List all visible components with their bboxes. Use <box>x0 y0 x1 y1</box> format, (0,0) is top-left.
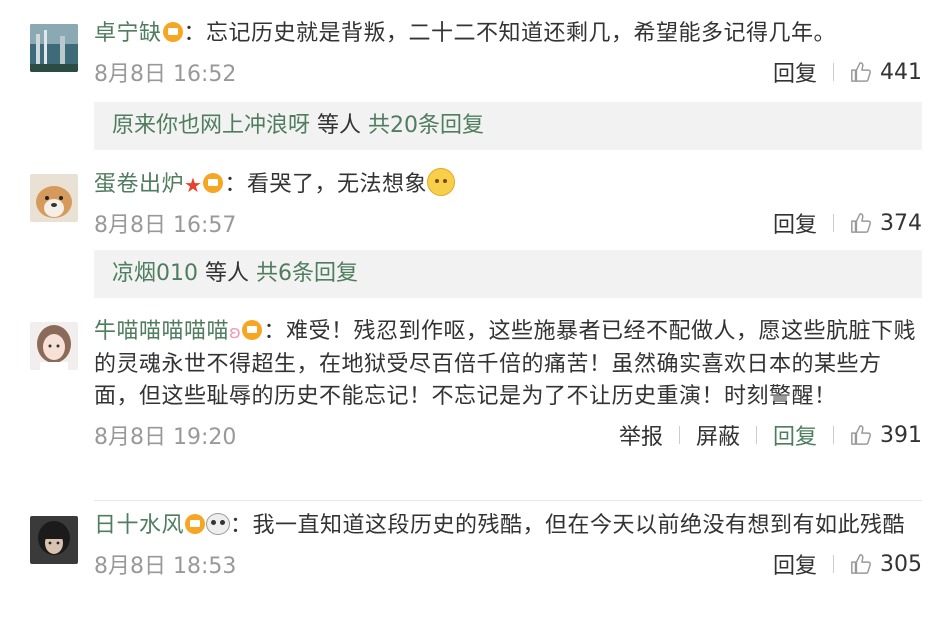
reply-button[interactable]: 回复 <box>773 207 817 239</box>
divider <box>833 63 834 81</box>
panda-icon <box>206 513 231 535</box>
comment-text: 看哭了，无法想象 <box>246 172 427 197</box>
username[interactable]: 卓宁缺 <box>94 21 162 46</box>
comment-meta: 8月8日 18:53 回复 305 <box>94 546 922 580</box>
like-count: 374 <box>880 210 922 236</box>
divider <box>94 500 922 501</box>
like-button[interactable]: 305 <box>850 552 922 577</box>
divider <box>678 426 680 444</box>
vip-crown-icon <box>162 22 183 42</box>
reply-thread-user: 凉烟010 <box>112 261 198 286</box>
like-button[interactable]: 441 <box>850 60 922 85</box>
star-icon: ★ <box>184 173 203 197</box>
reply-button[interactable]: 回复 <box>773 419 817 451</box>
avatar[interactable] <box>30 322 78 370</box>
username[interactable]: 日十水风 <box>94 513 184 538</box>
divider <box>833 426 834 444</box>
reply-thread-link[interactable]: 凉烟010 等人 共6条回复 <box>94 250 922 298</box>
reply-thread-middle: 等人 <box>317 113 362 138</box>
like-count: 305 <box>880 551 922 577</box>
like-button[interactable]: 391 <box>850 423 922 448</box>
comment-meta: 8月8日 19:20 举报 屏蔽 回复 391 <box>94 417 922 451</box>
avatar[interactable] <box>30 174 78 222</box>
comment-time: 8月8日 16:52 <box>94 62 237 87</box>
username[interactable]: 牛喵喵喵喵喵 <box>94 319 229 344</box>
reply-thread-count: 共6条回复 <box>256 261 359 286</box>
reply-thread-middle: 等人 <box>205 261 250 286</box>
vip-crown-icon <box>242 320 263 340</box>
block-button[interactable]: 屏蔽 <box>696 419 740 451</box>
comment-time: 8月8日 19:20 <box>94 425 237 450</box>
sad-face-emoji-icon <box>426 168 455 196</box>
comment-meta: 8月8日 16:57 回复 374 <box>94 205 922 239</box>
thumbs-up-icon <box>851 62 872 82</box>
rabbit-ears-icon: ʚ <box>229 322 242 343</box>
like-count: 441 <box>880 59 922 85</box>
comment-time: 8月8日 18:53 <box>94 554 237 579</box>
reply-thread-link[interactable]: 原来你也网上冲浪呀 等人 共20条回复 <box>94 102 922 150</box>
comment-time: 8月8日 16:57 <box>94 213 237 238</box>
divider <box>755 426 757 444</box>
avatar[interactable] <box>30 516 78 564</box>
thumbs-up-icon <box>851 554 872 574</box>
vip-crown-icon <box>203 173 224 193</box>
thumbs-up-icon <box>851 213 872 233</box>
reply-thread-count: 共20条回复 <box>368 113 485 138</box>
username[interactable]: 蛋卷出炉 <box>94 172 184 197</box>
like-count: 391 <box>880 422 922 448</box>
divider <box>833 555 834 573</box>
comment-meta: 8月8日 16:52 回复 441 <box>94 54 922 88</box>
reply-thread-user: 原来你也网上冲浪呀 <box>112 113 311 138</box>
thumbs-up-icon <box>851 425 872 445</box>
avatar[interactable] <box>30 24 78 72</box>
comment-text: 我一直知道这段历史的残酷，但在今天以前绝没有想到有如此残酷 <box>252 513 906 538</box>
reply-button[interactable]: 回复 <box>773 548 817 580</box>
report-button[interactable]: 举报 <box>619 419 663 451</box>
divider <box>833 214 834 232</box>
like-button[interactable]: 374 <box>850 211 922 236</box>
comment-text: 忘记历史就是背叛，二十二不知道还剩几，希望能多记得几年。 <box>206 21 837 46</box>
reply-button[interactable]: 回复 <box>773 56 817 88</box>
vip-crown-icon <box>185 514 206 534</box>
